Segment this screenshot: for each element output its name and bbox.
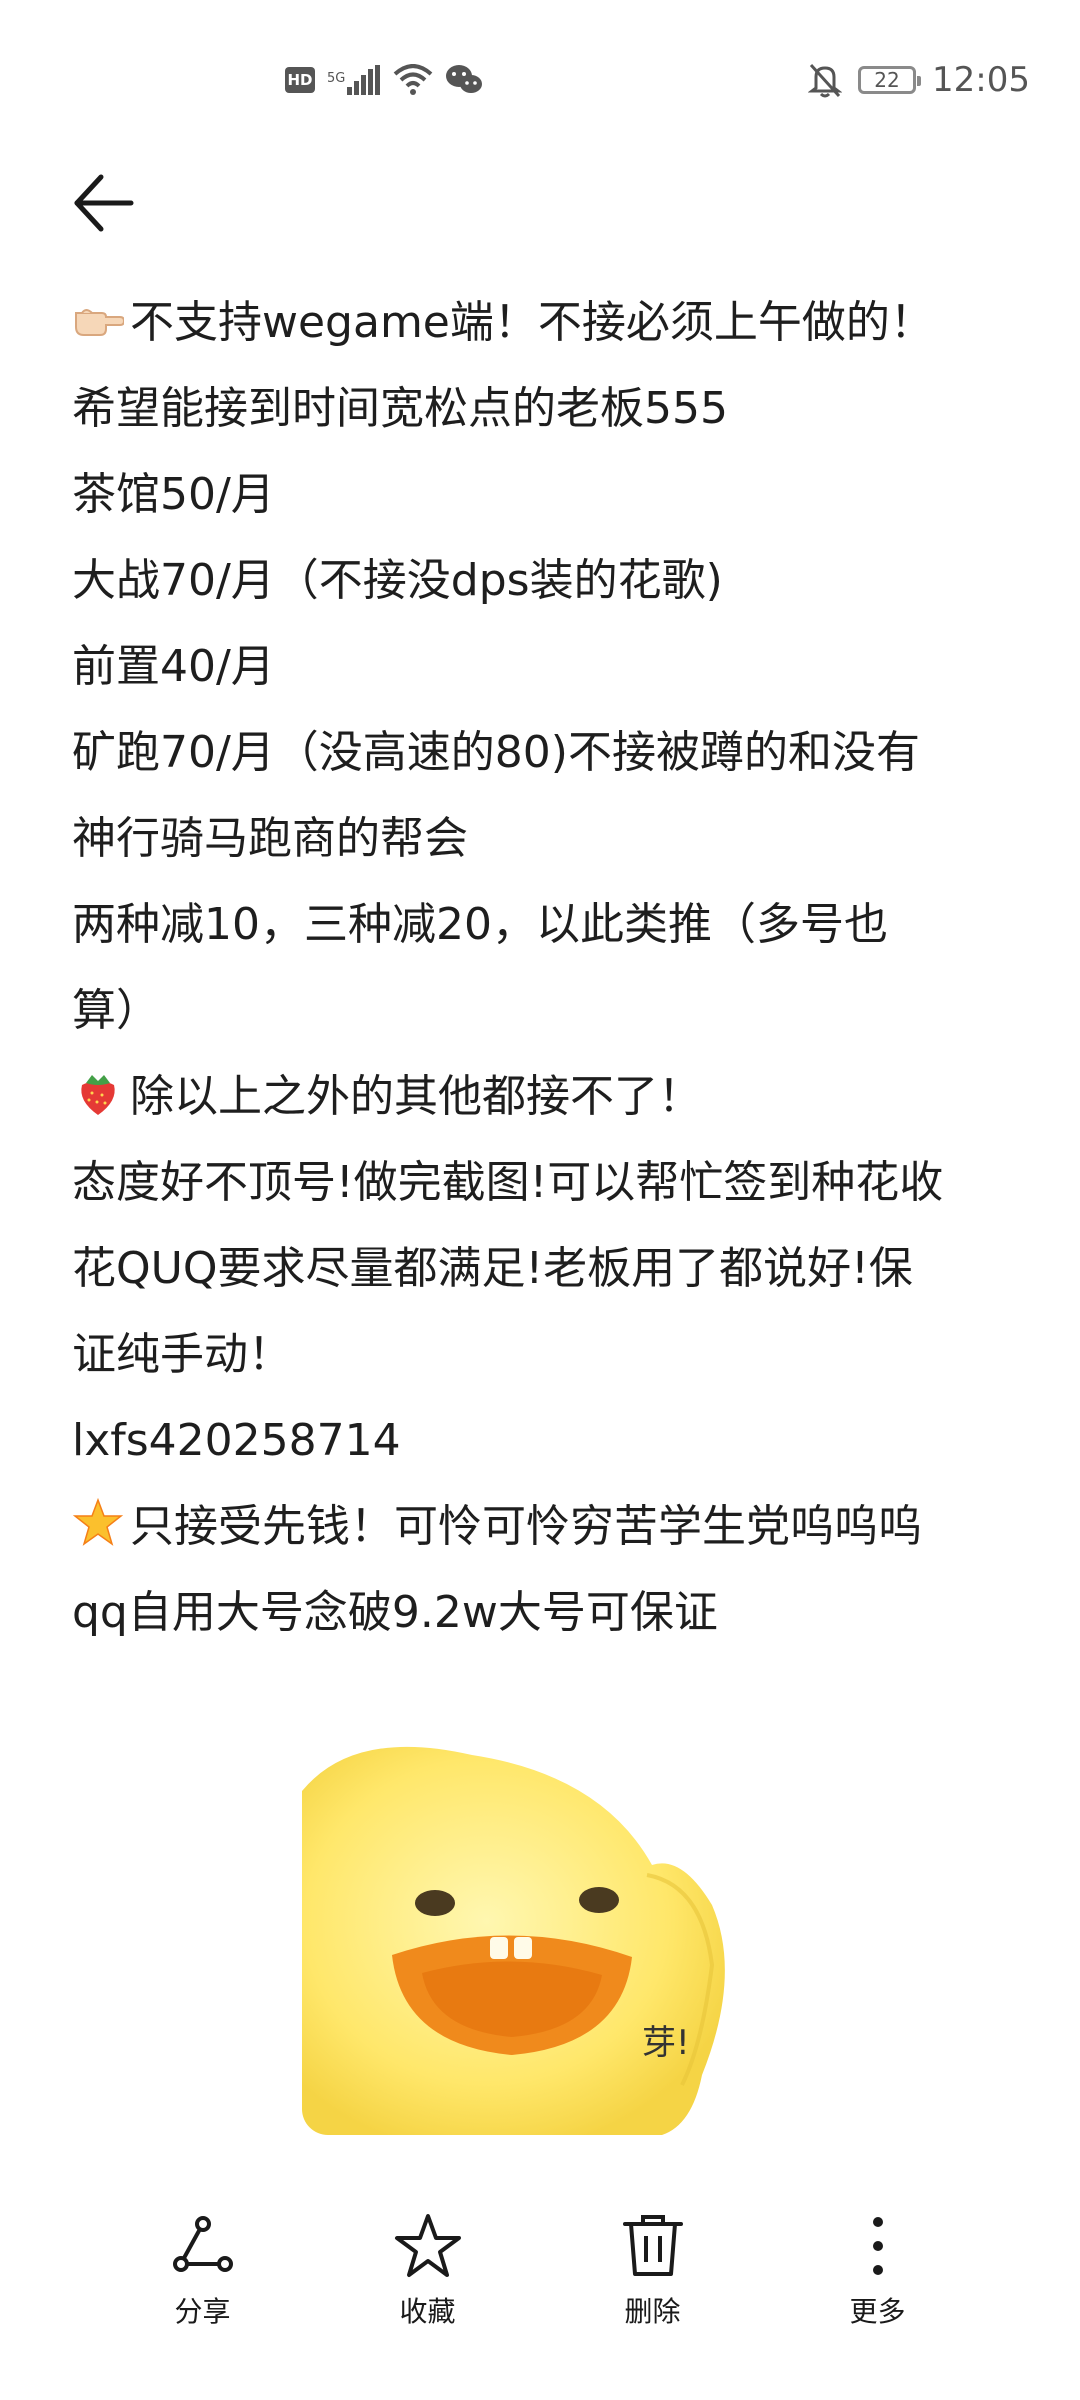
hd-icon: HD — [285, 67, 315, 93]
trash-icon — [622, 2215, 683, 2276]
note-text: 不支持wegame端！不接必须上午做的！ — [130, 297, 934, 348]
note-text: 只接受先钱！可怜可怜穷苦学生党呜呜呜 — [130, 1501, 922, 1552]
signal-indicator: 5G — [327, 65, 381, 95]
note-line: lxfs420258714 — [72, 1415, 401, 1466]
note-line: 除以上之外的其他都接不了！ — [72, 1054, 1012, 1140]
note-line: qq自用大号念破9.2w大号可保证 — [72, 1587, 718, 1638]
note-line: 只接受先钱！可怜可怜穷苦学生党呜呜呜 — [72, 1484, 1012, 1570]
back-button[interactable] — [68, 168, 138, 238]
note-line: 态度好不顶号!做完截图!可以帮忙签到种花收 — [72, 1157, 944, 1208]
battery-indicator: 22 — [858, 66, 922, 94]
duck-sticker-icon — [302, 1746, 725, 2135]
wechat-icon — [446, 65, 483, 93]
network-type-label: 5G — [327, 71, 346, 86]
star-outline-icon — [394, 2214, 461, 2277]
more-button[interactable]: 更多 — [808, 2190, 948, 2330]
strawberry-icon — [81, 1075, 115, 1115]
note-line: 矿跑70/月（没高速的80)不接被蹲的和没有 — [72, 727, 920, 778]
note-line: 算） — [72, 985, 160, 1036]
note-line: 希望能接到时间宽松点的老板555 — [72, 383, 728, 434]
favorite-button[interactable]: 收藏 — [358, 2190, 498, 2330]
note-line: 两种减10，三种减20，以此类推（多号也 — [72, 899, 888, 950]
share-button[interactable]: 分享 — [133, 2190, 273, 2330]
note-line: 前置40/月 — [72, 641, 275, 692]
signal-icon — [347, 65, 381, 95]
sticker-image[interactable]: 芽! — [302, 1745, 754, 2135]
arrow-left-icon — [74, 174, 134, 232]
bell-muted-icon — [808, 63, 843, 98]
note-line: 不支持wegame端！不接必须上午做的！ — [72, 280, 1012, 366]
share-icon — [172, 2216, 233, 2272]
delete-label: 删除 — [624, 2295, 681, 2328]
note-body: 不支持wegame端！不接必须上午做的！ 希望能接到时间宽松点的老板555 茶馆… — [72, 280, 1012, 1656]
note-line: 证纯手动！ — [72, 1329, 292, 1380]
status-right: 22 12:05 — [808, 56, 1030, 104]
note-line: 茶馆50/月 — [72, 469, 275, 520]
favorite-label: 收藏 — [399, 2295, 456, 2328]
note-line: 神行骑马跑商的帮会 — [72, 813, 468, 864]
more-label: 更多 — [849, 2295, 906, 2328]
star-icon — [72, 1497, 124, 1546]
wifi-icon — [394, 64, 433, 95]
battery-level: 22 — [874, 68, 900, 92]
sticker-caption: 芽! — [642, 2023, 690, 2063]
clock: 12:05 — [932, 60, 1030, 100]
note-line: 花QUQ要求尽量都满足!老板用了都说好!保 — [72, 1243, 913, 1294]
status-bar: HD 5G 22 12:05 — [0, 0, 1080, 160]
bottom-toolbar: 分享 收藏 删除 更多 — [0, 2190, 1080, 2400]
more-vertical-icon — [872, 2217, 883, 2275]
share-label: 分享 — [174, 2295, 231, 2328]
status-left: HD 5G — [285, 58, 483, 102]
note-text: 除以上之外的其他都接不了！ — [130, 1071, 702, 1122]
delete-button[interactable]: 删除 — [583, 2190, 723, 2330]
pointing-hand-icon — [75, 309, 124, 336]
note-line: 大战70/月（不接没dps装的花歌) — [72, 555, 723, 606]
